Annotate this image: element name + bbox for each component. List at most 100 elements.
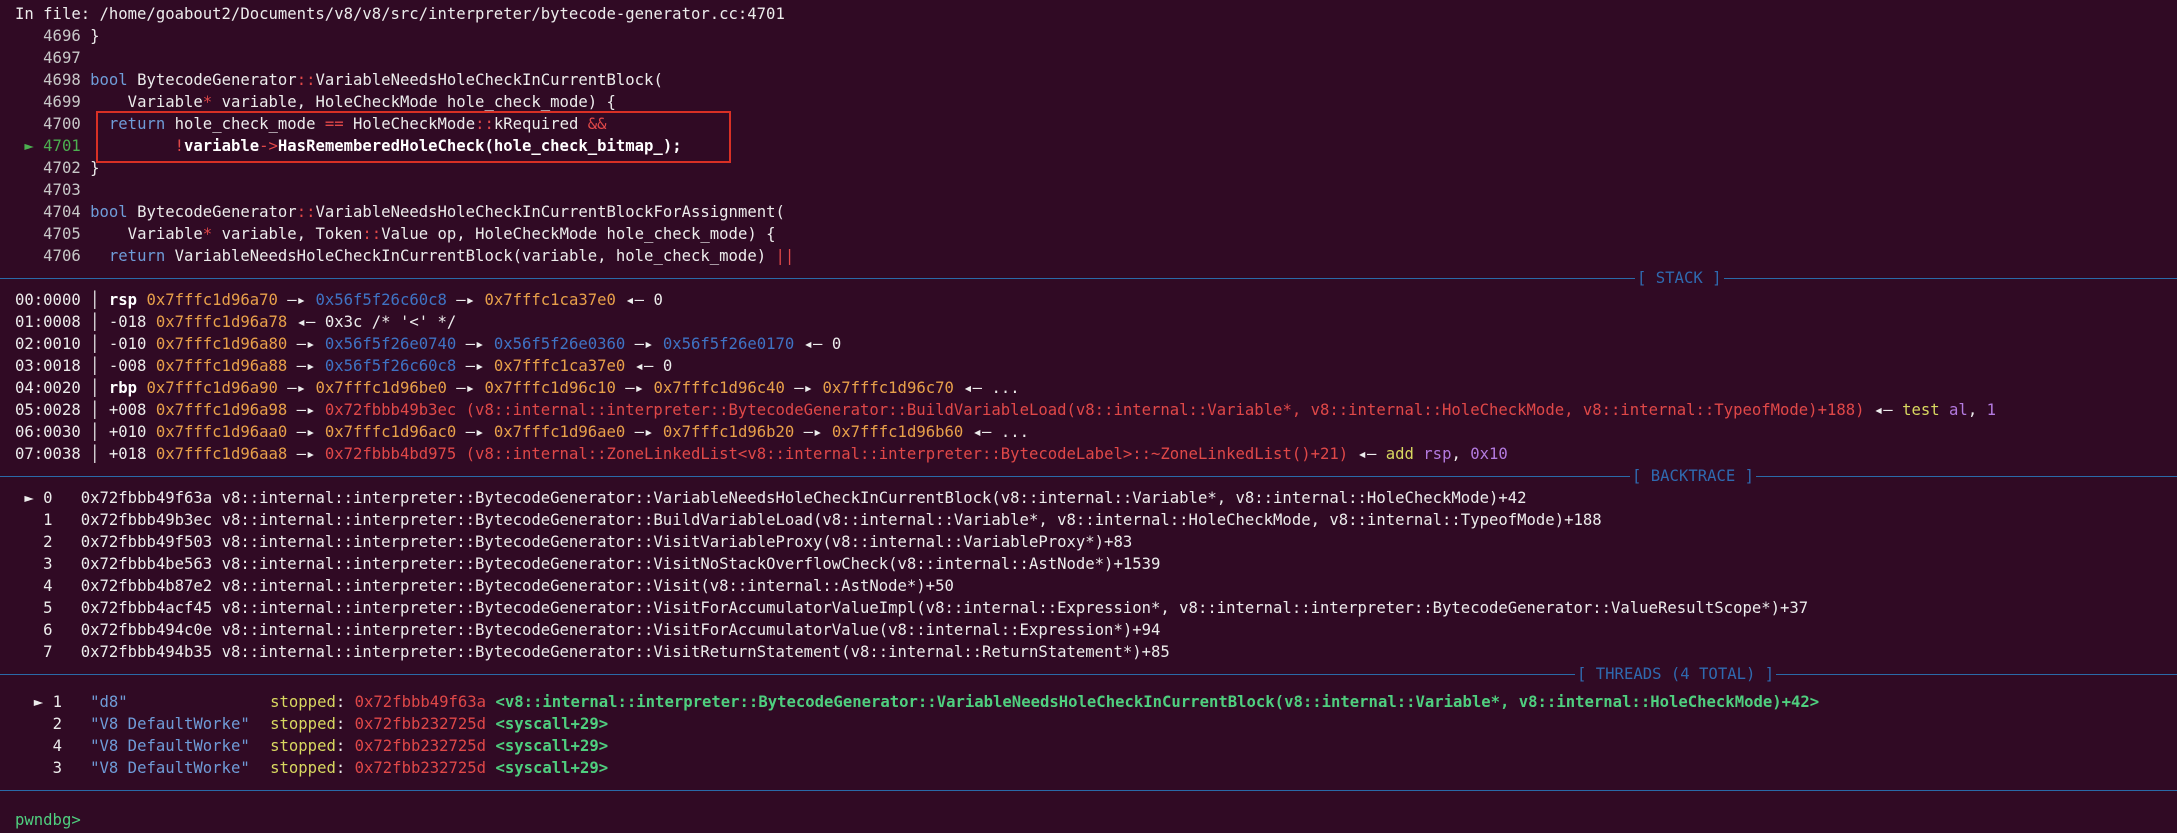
frame-function: v8::internal::interpreter::BytecodeGener… [221, 621, 1161, 639]
threads-section-title: [ THREADS (4 TOTAL) ] [1575, 663, 1777, 685]
stack-token: , [1967, 401, 1987, 419]
stack-entry: 02:0010 │ -010 0x7fffc1d96a80 —▸ 0x56f5f… [15, 333, 2165, 355]
line-gutter [15, 27, 43, 45]
line-gutter [15, 93, 43, 111]
thread-entry[interactable]: 4 "V8 DefaultWorke" stopped: 0x72fbb23272… [15, 735, 2165, 757]
stack-token: —▸ [446, 379, 485, 397]
backtrace-frame[interactable]: ► 0 0x72fbbb49f63a v8::internal::interpr… [15, 487, 2165, 509]
line-gutter [15, 49, 43, 67]
thread-entry[interactable]: ► 1 "d8" stopped: 0x72fbbb49f63a <v8::int… [15, 691, 2165, 713]
stack-token: —▸ [615, 379, 654, 397]
stack-token: 0x7fffc1d96a78 [155, 313, 288, 331]
thread-symbol: <syscall+29> [495, 737, 609, 755]
terminal[interactable]: In file: /home/goabout2/Documents/v8/v8/… [0, 3, 2177, 831]
gutter-space [81, 247, 90, 265]
frame-address: 0x72fbbb49f503 [80, 533, 213, 551]
frame-function: v8::internal::interpreter::BytecodeGener… [221, 599, 1809, 617]
backtrace-frame[interactable]: 1 0x72fbbb49b3ec v8::internal::interpret… [15, 509, 2165, 531]
code-token: -> [259, 137, 278, 155]
stack-divider: │ [80, 291, 109, 309]
thread-id: 3 [52, 759, 62, 777]
stack-entry: 03:0018 │ -008 0x7fffc1d96a88 —▸ 0x56f5f… [15, 355, 2165, 377]
code-token: return [108, 115, 166, 133]
source-line-current: ► 4701 !variable->HasRememberedHoleCheck… [15, 135, 2165, 157]
stack-offset: 06:0030 [15, 423, 81, 441]
backtrace-frame[interactable]: 5 0x72fbbb4acf45 v8::internal::interpret… [15, 597, 2165, 619]
stack-token: 0x56f5f26e0170 [662, 335, 795, 353]
backtrace-frame[interactable]: 4 0x72fbbb4b87e2 v8::internal::interpret… [15, 575, 2165, 597]
frame-gutter [15, 533, 43, 551]
gutter-space [81, 93, 90, 111]
line-gutter [15, 203, 43, 221]
code-token: HasRememberedHoleCheck(hole_check_bitmap… [277, 137, 682, 155]
frame-function: v8::internal::interpreter::BytecodeGener… [221, 511, 1602, 529]
frame-index: 2 [43, 533, 53, 551]
command-prompt: pwndbg> [15, 811, 81, 829]
source-line: 4703 [15, 179, 2165, 201]
thread-symbol: <syscall+29> [495, 715, 609, 733]
colon: : [335, 759, 355, 777]
colon: : [335, 693, 355, 711]
thread-entry[interactable]: 2 "V8 DefaultWorke" stopped: 0x72fbb23272… [15, 713, 2165, 735]
gutter-space [81, 71, 90, 89]
source-line: 4702 } [15, 157, 2165, 179]
backtrace-frame[interactable]: 7 0x72fbbb494b35 v8::internal::interpret… [15, 641, 2165, 663]
line-gutter [15, 71, 43, 89]
command-input[interactable] [81, 811, 90, 829]
stack-token: test [1902, 401, 1940, 419]
line-gutter [15, 159, 43, 177]
line-number: 4704 [43, 203, 81, 221]
separator-rule [0, 278, 2177, 279]
stack-token: 0x7fffc1d96b20 [662, 423, 795, 441]
stack-divider: │ [80, 379, 109, 397]
separator-rule [0, 476, 2177, 477]
stack-token: 1 [1986, 401, 1996, 419]
stack-token: 0x7fffc1d96a80 [155, 335, 288, 353]
thread-address: 0x72fbbb49f63a [354, 693, 487, 711]
code-token: :: [475, 115, 494, 133]
backtrace-frame[interactable]: 6 0x72fbbb494c0e v8::internal::interpret… [15, 619, 2165, 641]
code-token: VariableNeedsHoleCheckInCurrentBlockForA… [315, 203, 785, 221]
code-token: HoleCheckMode [343, 115, 476, 133]
code-token: bool [90, 71, 128, 89]
backtrace-frame[interactable]: 2 0x72fbbb49f503 v8::internal::interpret… [15, 531, 2165, 553]
backtrace-frame[interactable]: 3 0x72fbbb4be563 v8::internal::interpret… [15, 553, 2165, 575]
stack-separator: [ STACK ] [0, 267, 2177, 289]
frame-address: 0x72fbbb4be563 [80, 555, 213, 573]
code-token: variable, HoleCheckMode hole_check_mode)… [212, 93, 616, 111]
current-frame-marker-icon: ► [15, 489, 44, 507]
stack-token: —▸ [625, 335, 663, 353]
line-gutter [15, 115, 43, 133]
thread-state: stopped [270, 759, 336, 777]
frame-address: 0x72fbbb49b3ec [80, 511, 213, 529]
line-number: 4699 [43, 93, 81, 111]
frame-index: 3 [43, 555, 53, 573]
threads-separator: [ THREADS (4 TOTAL) ] [0, 663, 2177, 685]
thread-state: stopped [270, 737, 336, 755]
stack-token: 0x7fffc1d96c40 [653, 379, 785, 397]
stack-token: —▸ [287, 357, 325, 375]
stack-token: —▸ [456, 423, 494, 441]
gutter-space [81, 225, 90, 243]
stack-token: ◂— 0 [615, 291, 663, 309]
frame-index: 0 [43, 489, 53, 507]
stack-token: 0x7fffc1d96a98 [155, 401, 288, 419]
frame-index: 7 [43, 643, 53, 661]
thread-address: 0x72fbb232725d [354, 715, 487, 733]
code-token: BytecodeGenerator [127, 71, 297, 89]
gutter-space [81, 137, 90, 155]
thread-address: 0x72fbb232725d [354, 737, 487, 755]
command-prompt-line[interactable]: pwndbg> [15, 809, 2165, 831]
thread-entry[interactable]: 3 "V8 DefaultWorke" stopped: 0x72fbb23272… [15, 757, 2165, 779]
